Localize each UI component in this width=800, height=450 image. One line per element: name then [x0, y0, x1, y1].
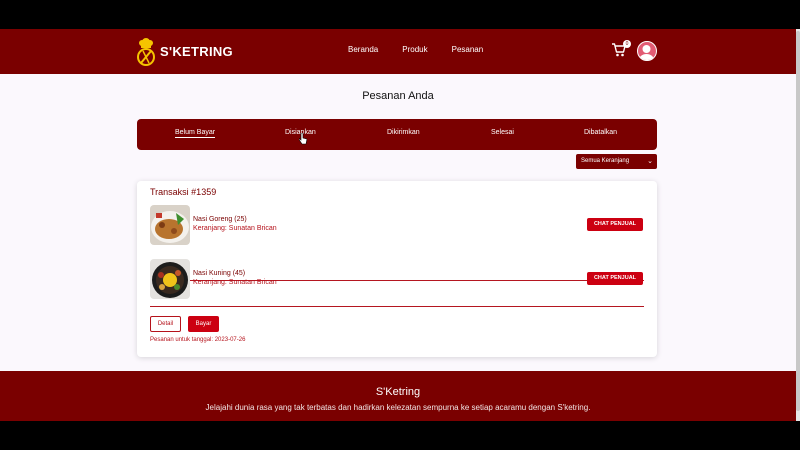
- user-icon: [639, 45, 654, 60]
- tab-dibatalkan[interactable]: Dibatalkan: [584, 129, 617, 136]
- cart-button[interactable]: 0: [611, 40, 631, 60]
- list-item: Nasi Kuning (45) Keranjang: Sunatan Bric…: [150, 259, 644, 303]
- chat-seller-button[interactable]: CHAT PENJUAL: [587, 218, 643, 231]
- chevron-down-icon: ⌄: [647, 158, 653, 165]
- footer-description: Jelajahi dunia rasa yang tak terbatas da…: [205, 403, 591, 412]
- footer: S'Ketring Jelajahi dunia rasa yang tak t…: [0, 371, 796, 421]
- transaction-card: Transaksi #1359 Nasi Goreng (25) Keranja…: [137, 181, 657, 357]
- item-name: Nasi Goreng (25): [193, 216, 247, 223]
- nav-pesanan[interactable]: Pesanan: [452, 45, 484, 54]
- list-item: Nasi Goreng (25) Keranjang: Sunatan Bric…: [150, 205, 644, 249]
- nasi-goreng-image: [150, 205, 190, 245]
- page-title: Pesanan Anda: [362, 90, 434, 102]
- avatar[interactable]: [637, 41, 657, 61]
- tab-belum-bayar[interactable]: Belum Bayar: [175, 129, 216, 138]
- item-cart: Keranjang: Sunatan Brican: [193, 279, 277, 286]
- cart-filter-value: Semua Keranjang: [581, 158, 630, 164]
- scrollbar-thumb[interactable]: [796, 31, 800, 411]
- nav-produk[interactable]: Produk: [402, 45, 427, 54]
- main-nav: Beranda Produk Pesanan: [348, 45, 483, 54]
- item-cart: Keranjang: Sunatan Brican: [193, 225, 277, 232]
- logo[interactable]: S'KETRING: [136, 36, 233, 66]
- transaction-title: Transaksi #1359: [150, 187, 217, 197]
- brand-name: S'KETRING: [160, 43, 233, 59]
- order-status-tabs: Belum Bayar Disiapkan Dikirimkan Selesai…: [137, 119, 657, 150]
- nasi-kuning-image: [150, 259, 190, 299]
- mouse-pointer-icon: [299, 133, 307, 145]
- nav-beranda[interactable]: Beranda: [348, 45, 378, 54]
- item-divider-2: [150, 306, 644, 307]
- tab-dikirimkan[interactable]: Dikirimkan: [387, 129, 420, 136]
- tab-selesai[interactable]: Selesai: [491, 129, 514, 136]
- cart-count-badge: 0: [623, 40, 631, 48]
- cart-filter-select[interactable]: Semua Keranjang ⌄: [576, 154, 657, 169]
- item-name: Nasi Kuning (45): [193, 270, 246, 277]
- order-date: Pesanan untuk tanggal: 2023-07-26: [150, 337, 246, 343]
- footer-title: S'Ketring: [375, 386, 421, 398]
- detail-button[interactable]: Detail: [150, 316, 181, 332]
- chef-logo-icon: [137, 38, 155, 66]
- chat-seller-button[interactable]: CHAT PENJUAL: [587, 272, 643, 285]
- pay-button[interactable]: Bayar: [188, 316, 219, 332]
- app-frame: S'KETRING Beranda Produk Pesanan 0 Pesan…: [0, 29, 800, 421]
- top-navbar: S'KETRING Beranda Produk Pesanan 0: [0, 29, 796, 74]
- page-scrollbar[interactable]: [796, 29, 800, 421]
